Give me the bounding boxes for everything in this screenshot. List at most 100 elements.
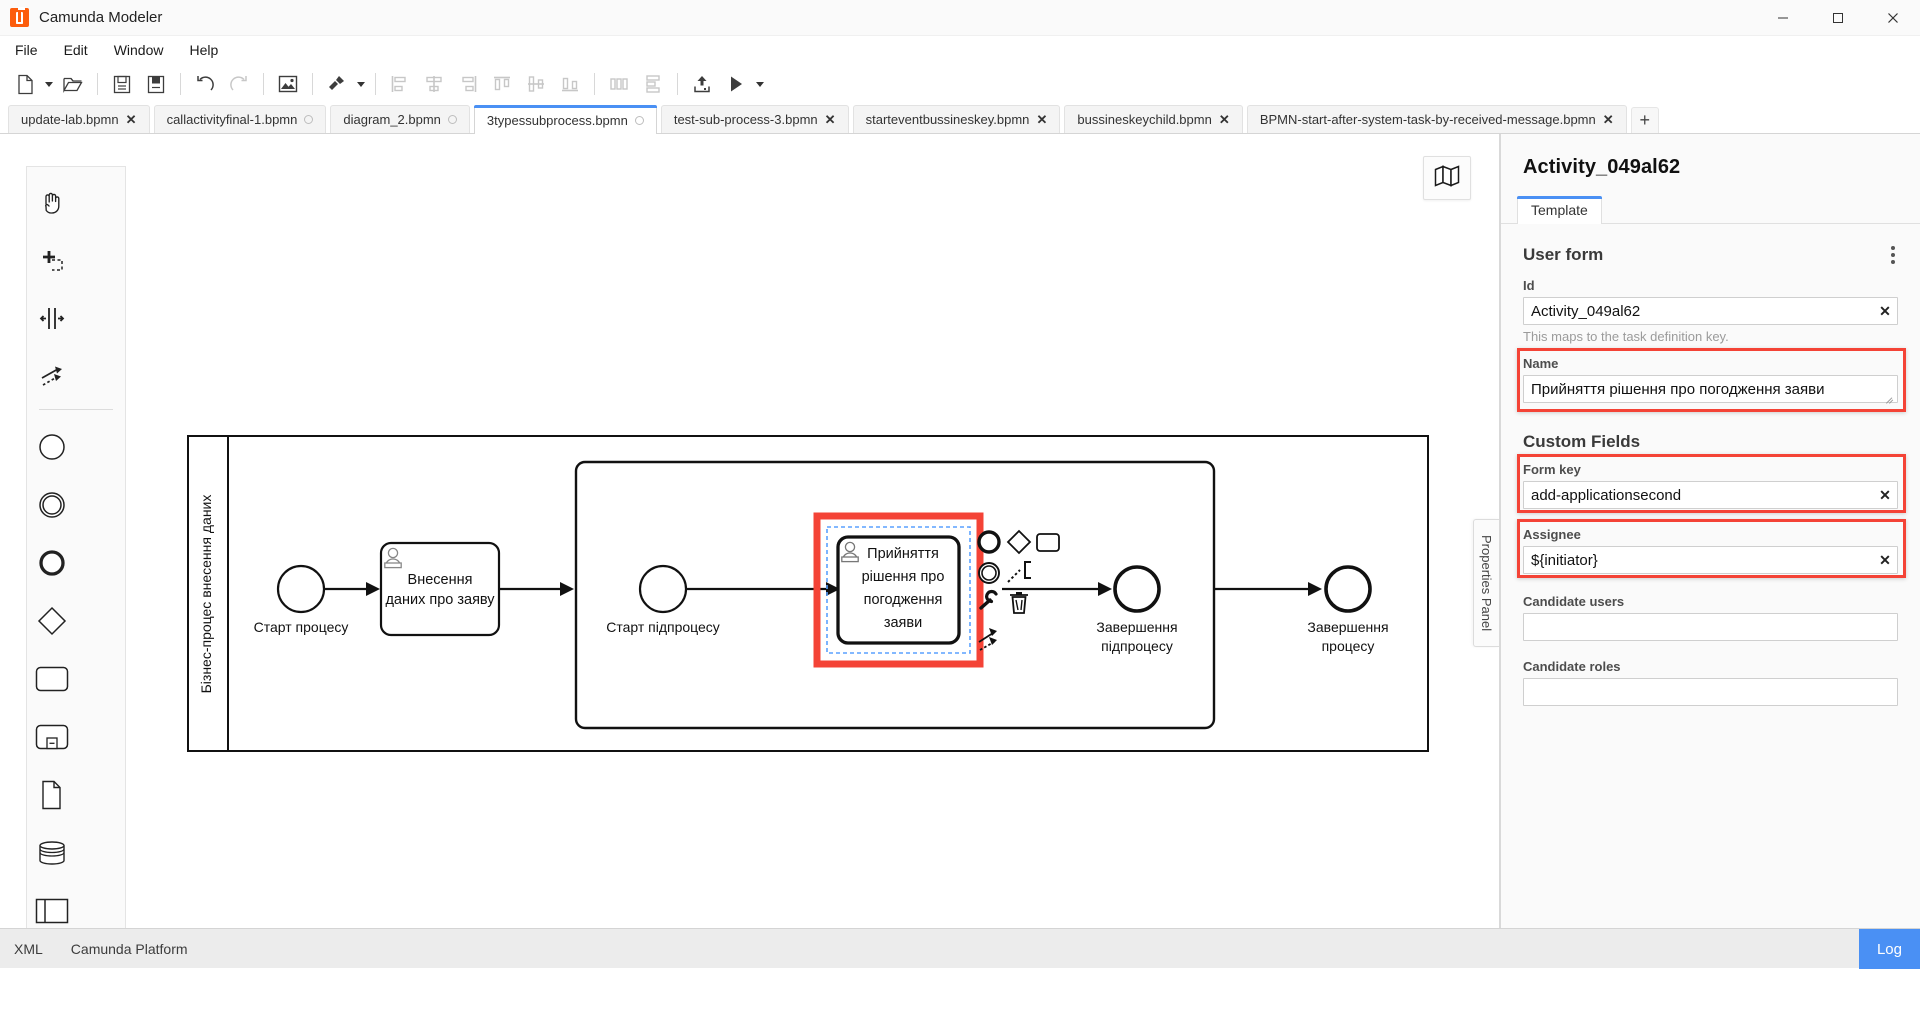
- tab-template[interactable]: Template: [1517, 196, 1602, 224]
- editor-tab-starteventbussineskey[interactable]: starteventbussineskey.bpmn ✕: [852, 105, 1061, 133]
- field-candidate-roles-label: Candidate roles: [1523, 659, 1621, 674]
- editor-tab-bpmn-start-after-system-task[interactable]: BPMN-start-after-system-task-by-received…: [1246, 105, 1627, 133]
- log-toggle-button[interactable]: Log: [1858, 929, 1920, 969]
- editor-tab-update-lab[interactable]: update-lab.bpmn ✕: [8, 105, 150, 133]
- field-name: Name: [1501, 348, 1920, 412]
- tab-label: update-lab.bpmn: [21, 112, 119, 127]
- new-tab-button[interactable]: +: [1630, 107, 1659, 133]
- menu-edit[interactable]: Edit: [53, 39, 99, 61]
- group-user-form-header: User form: [1501, 224, 1920, 270]
- deploy-icon[interactable]: [685, 69, 719, 99]
- field-id-label: Id: [1523, 278, 1535, 293]
- menu-window[interactable]: Window: [103, 39, 175, 61]
- distribute-vertical-icon[interactable]: [636, 69, 670, 99]
- toolbar-separator: [677, 73, 678, 95]
- bpmn-canvas[interactable]: Properties Panel Бізнес-процес внесення …: [0, 134, 1500, 928]
- svg-text:підпроцесу: підпроцесу: [1101, 638, 1173, 654]
- close-icon[interactable]: ✕: [1219, 113, 1230, 126]
- unsaved-dot-icon[interactable]: [447, 115, 457, 124]
- align-center-horizontal-icon[interactable]: [417, 69, 451, 99]
- svg-text:погодження: погодження: [864, 592, 943, 608]
- svg-text:процесу: процесу: [1322, 638, 1375, 654]
- save-as-icon[interactable]: [139, 69, 173, 99]
- minimize-icon[interactable]: [1755, 0, 1810, 36]
- append-task-icon: [1036, 533, 1060, 552]
- open-folder-icon[interactable]: [56, 69, 90, 99]
- start-process-icon[interactable]: [719, 69, 753, 99]
- export-image-icon[interactable]: [271, 69, 305, 99]
- editor-tab-bussineskeychild[interactable]: bussineskeychild.bpmn ✕: [1064, 105, 1243, 133]
- svg-text:Старт підпроцесу: Старт підпроцесу: [606, 619, 720, 635]
- clear-icon[interactable]: ✕: [1878, 488, 1892, 502]
- align-left-icon[interactable]: [383, 69, 417, 99]
- align-tool-caret[interactable]: [354, 69, 368, 99]
- align-bottom-icon[interactable]: [553, 69, 587, 99]
- tab-label: test-sub-process-3.bpmn: [673, 112, 818, 127]
- svg-text:Завершення: Завершення: [1096, 619, 1177, 635]
- field-form-key-label: Form key: [1523, 462, 1581, 477]
- field-candidate-users: Candidate users: [1501, 586, 1920, 641]
- redo-icon[interactable]: [222, 69, 256, 99]
- maximize-icon[interactable]: [1810, 0, 1865, 36]
- field-id: Id ✕: [1501, 270, 1920, 325]
- toolbar-separator: [263, 73, 264, 95]
- assignee-input[interactable]: [1523, 546, 1898, 574]
- field-assignee: Assignee ✕: [1501, 519, 1920, 578]
- save-icon[interactable]: [105, 69, 139, 99]
- editor-tab-diagram-2[interactable]: diagram_2.bpmn: [330, 105, 470, 133]
- menu-bar: File Edit Window Help: [0, 36, 1920, 64]
- pool-label: Бізнес-процес внесення даних: [198, 495, 214, 694]
- status-bar: XML Camunda Platform Log: [0, 928, 1920, 969]
- window-controls: [1755, 0, 1920, 36]
- close-icon[interactable]: ✕: [1603, 113, 1614, 126]
- toolbar-separator: [312, 73, 313, 95]
- group-custom-fields-header: Custom Fields: [1501, 408, 1920, 454]
- xml-view-button[interactable]: XML: [0, 929, 57, 969]
- distribute-horizontal-icon[interactable]: [602, 69, 636, 99]
- svg-text:Внесення: Внесення: [408, 572, 473, 588]
- more-options-icon[interactable]: [1888, 242, 1898, 268]
- close-icon[interactable]: ✕: [126, 113, 137, 126]
- tab-label: bussineskeychild.bpmn: [1077, 112, 1212, 127]
- close-icon[interactable]: [1865, 0, 1920, 36]
- editor-tab-callactivityfinal-1[interactable]: callactivityfinal-1.bpmn: [153, 105, 327, 133]
- align-top-icon[interactable]: [485, 69, 519, 99]
- close-icon[interactable]: ✕: [1036, 113, 1047, 126]
- unsaved-dot-icon[interactable]: [634, 115, 644, 125]
- properties-panel-toggle[interactable]: Properties Panel: [1473, 519, 1499, 647]
- candidate-roles-input[interactable]: [1523, 678, 1898, 706]
- group-custom-fields-title: Custom Fields: [1523, 432, 1641, 451]
- svg-text:Прийняття: Прийняття: [867, 546, 939, 562]
- new-diagram-icon[interactable]: [8, 69, 42, 99]
- name-input[interactable]: [1523, 375, 1898, 403]
- toolbar-separator: [97, 73, 98, 95]
- menu-file[interactable]: File: [4, 39, 49, 61]
- toolbar-separator: [594, 73, 595, 95]
- id-input[interactable]: [1523, 297, 1898, 325]
- clear-icon[interactable]: ✕: [1878, 304, 1892, 318]
- toolbar: [0, 64, 1920, 104]
- editor-tab-3typessubprocess[interactable]: 3typessubprocess.bpmn: [473, 105, 657, 134]
- form-key-input[interactable]: [1523, 481, 1898, 509]
- editor-tab-test-sub-process-3[interactable]: test-sub-process-3.bpmn ✕: [660, 105, 849, 133]
- svg-text:заяви: заяви: [884, 615, 922, 631]
- clear-icon[interactable]: ✕: [1878, 553, 1892, 567]
- unsaved-dot-icon[interactable]: [304, 115, 314, 124]
- start-process-caret[interactable]: [753, 69, 767, 99]
- svg-text:Старт процесу: Старт процесу: [254, 619, 349, 635]
- align-tool-icon[interactable]: [320, 69, 354, 99]
- append-end-event-icon: [977, 530, 1001, 554]
- menu-help[interactable]: Help: [178, 39, 229, 61]
- app-title: Camunda Modeler: [39, 9, 163, 26]
- bpmn-diagram[interactable]: Бізнес-процес внесення даних Старт проце…: [0, 134, 1490, 924]
- tab-label: starteventbussineskey.bpmn: [865, 112, 1030, 127]
- candidate-users-input[interactable]: [1523, 613, 1898, 641]
- new-diagram-caret[interactable]: [42, 69, 56, 99]
- align-right-icon[interactable]: [451, 69, 485, 99]
- close-icon[interactable]: ✕: [825, 113, 836, 126]
- engine-profile-button[interactable]: Camunda Platform: [57, 929, 202, 969]
- undo-icon[interactable]: [188, 69, 222, 99]
- camunda-icon: [10, 6, 29, 27]
- align-middle-icon[interactable]: [519, 69, 553, 99]
- editor-tab-bar: update-lab.bpmn ✕ callactivityfinal-1.bp…: [0, 104, 1920, 134]
